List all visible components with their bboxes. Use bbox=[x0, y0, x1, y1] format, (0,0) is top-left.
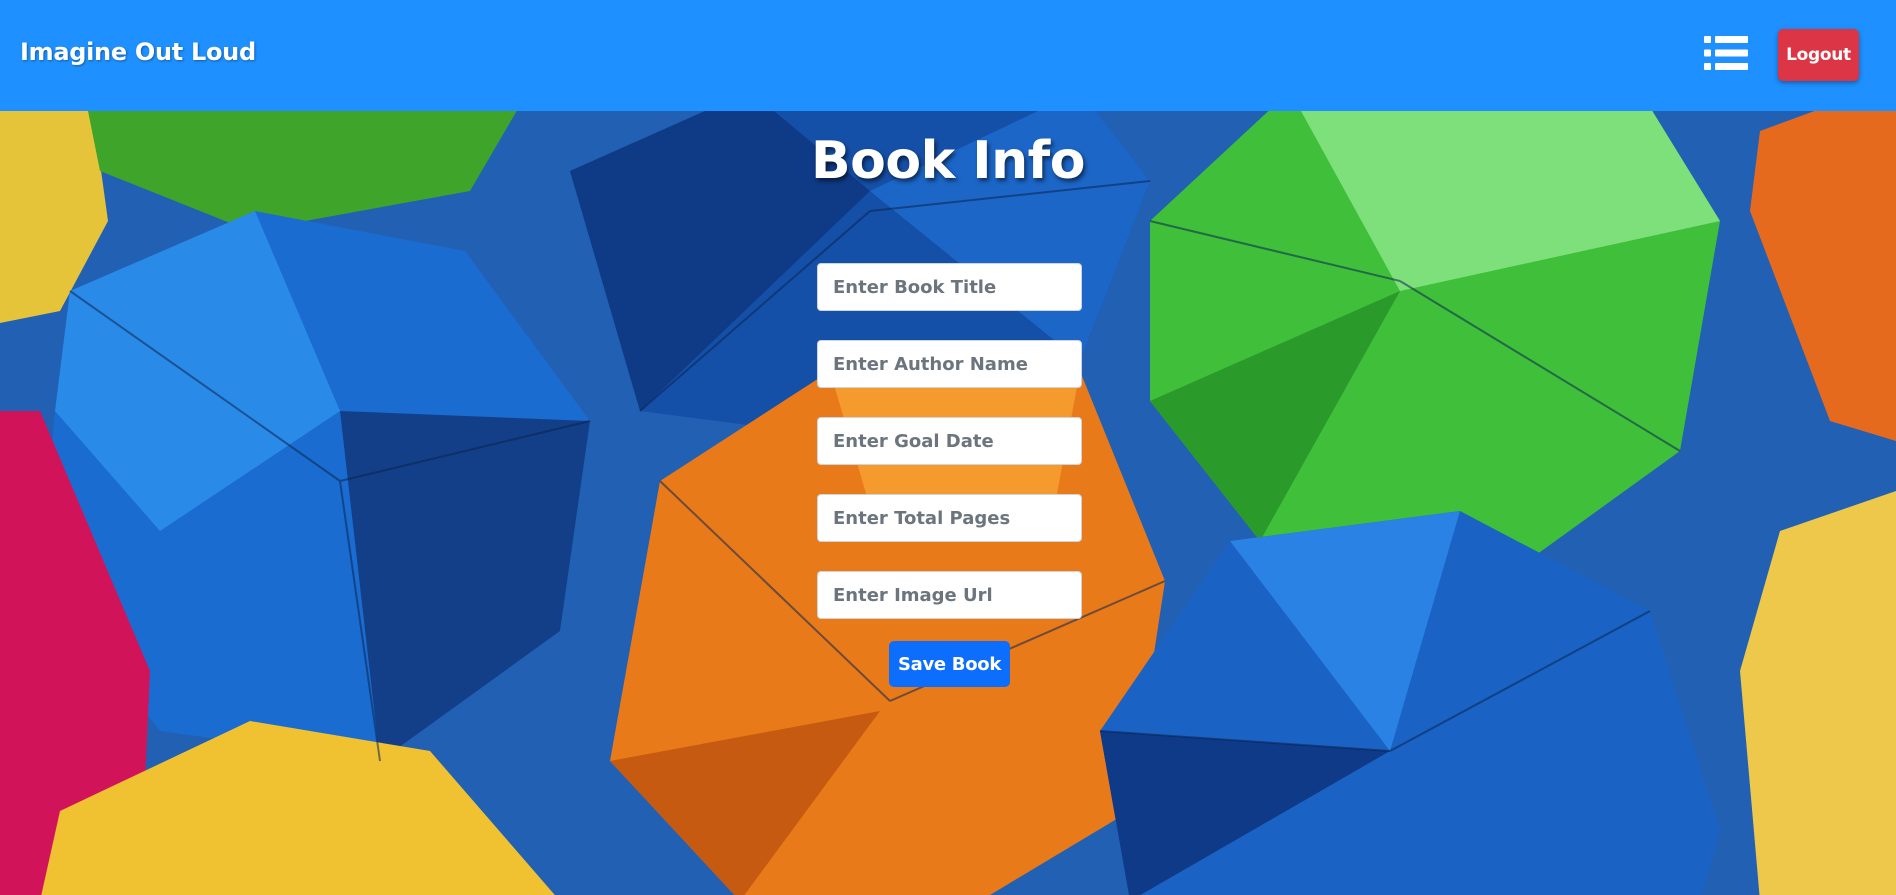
top-navbar: Imagine Out Loud Logout bbox=[0, 0, 1896, 111]
logout-button[interactable]: Logout bbox=[1778, 29, 1859, 81]
total-pages-input[interactable] bbox=[817, 494, 1082, 542]
book-title-input[interactable] bbox=[817, 263, 1082, 311]
save-book-button[interactable]: Save Book bbox=[889, 641, 1010, 687]
goal-date-input[interactable] bbox=[817, 417, 1082, 465]
brand-logo-text[interactable]: Imagine Out Loud bbox=[20, 38, 256, 66]
author-name-input[interactable] bbox=[817, 340, 1082, 388]
menu-list-icon[interactable] bbox=[1704, 35, 1748, 71]
image-url-input[interactable] bbox=[817, 571, 1082, 619]
page-title: Book Info bbox=[811, 131, 1085, 191]
book-info-form bbox=[817, 263, 1082, 648]
